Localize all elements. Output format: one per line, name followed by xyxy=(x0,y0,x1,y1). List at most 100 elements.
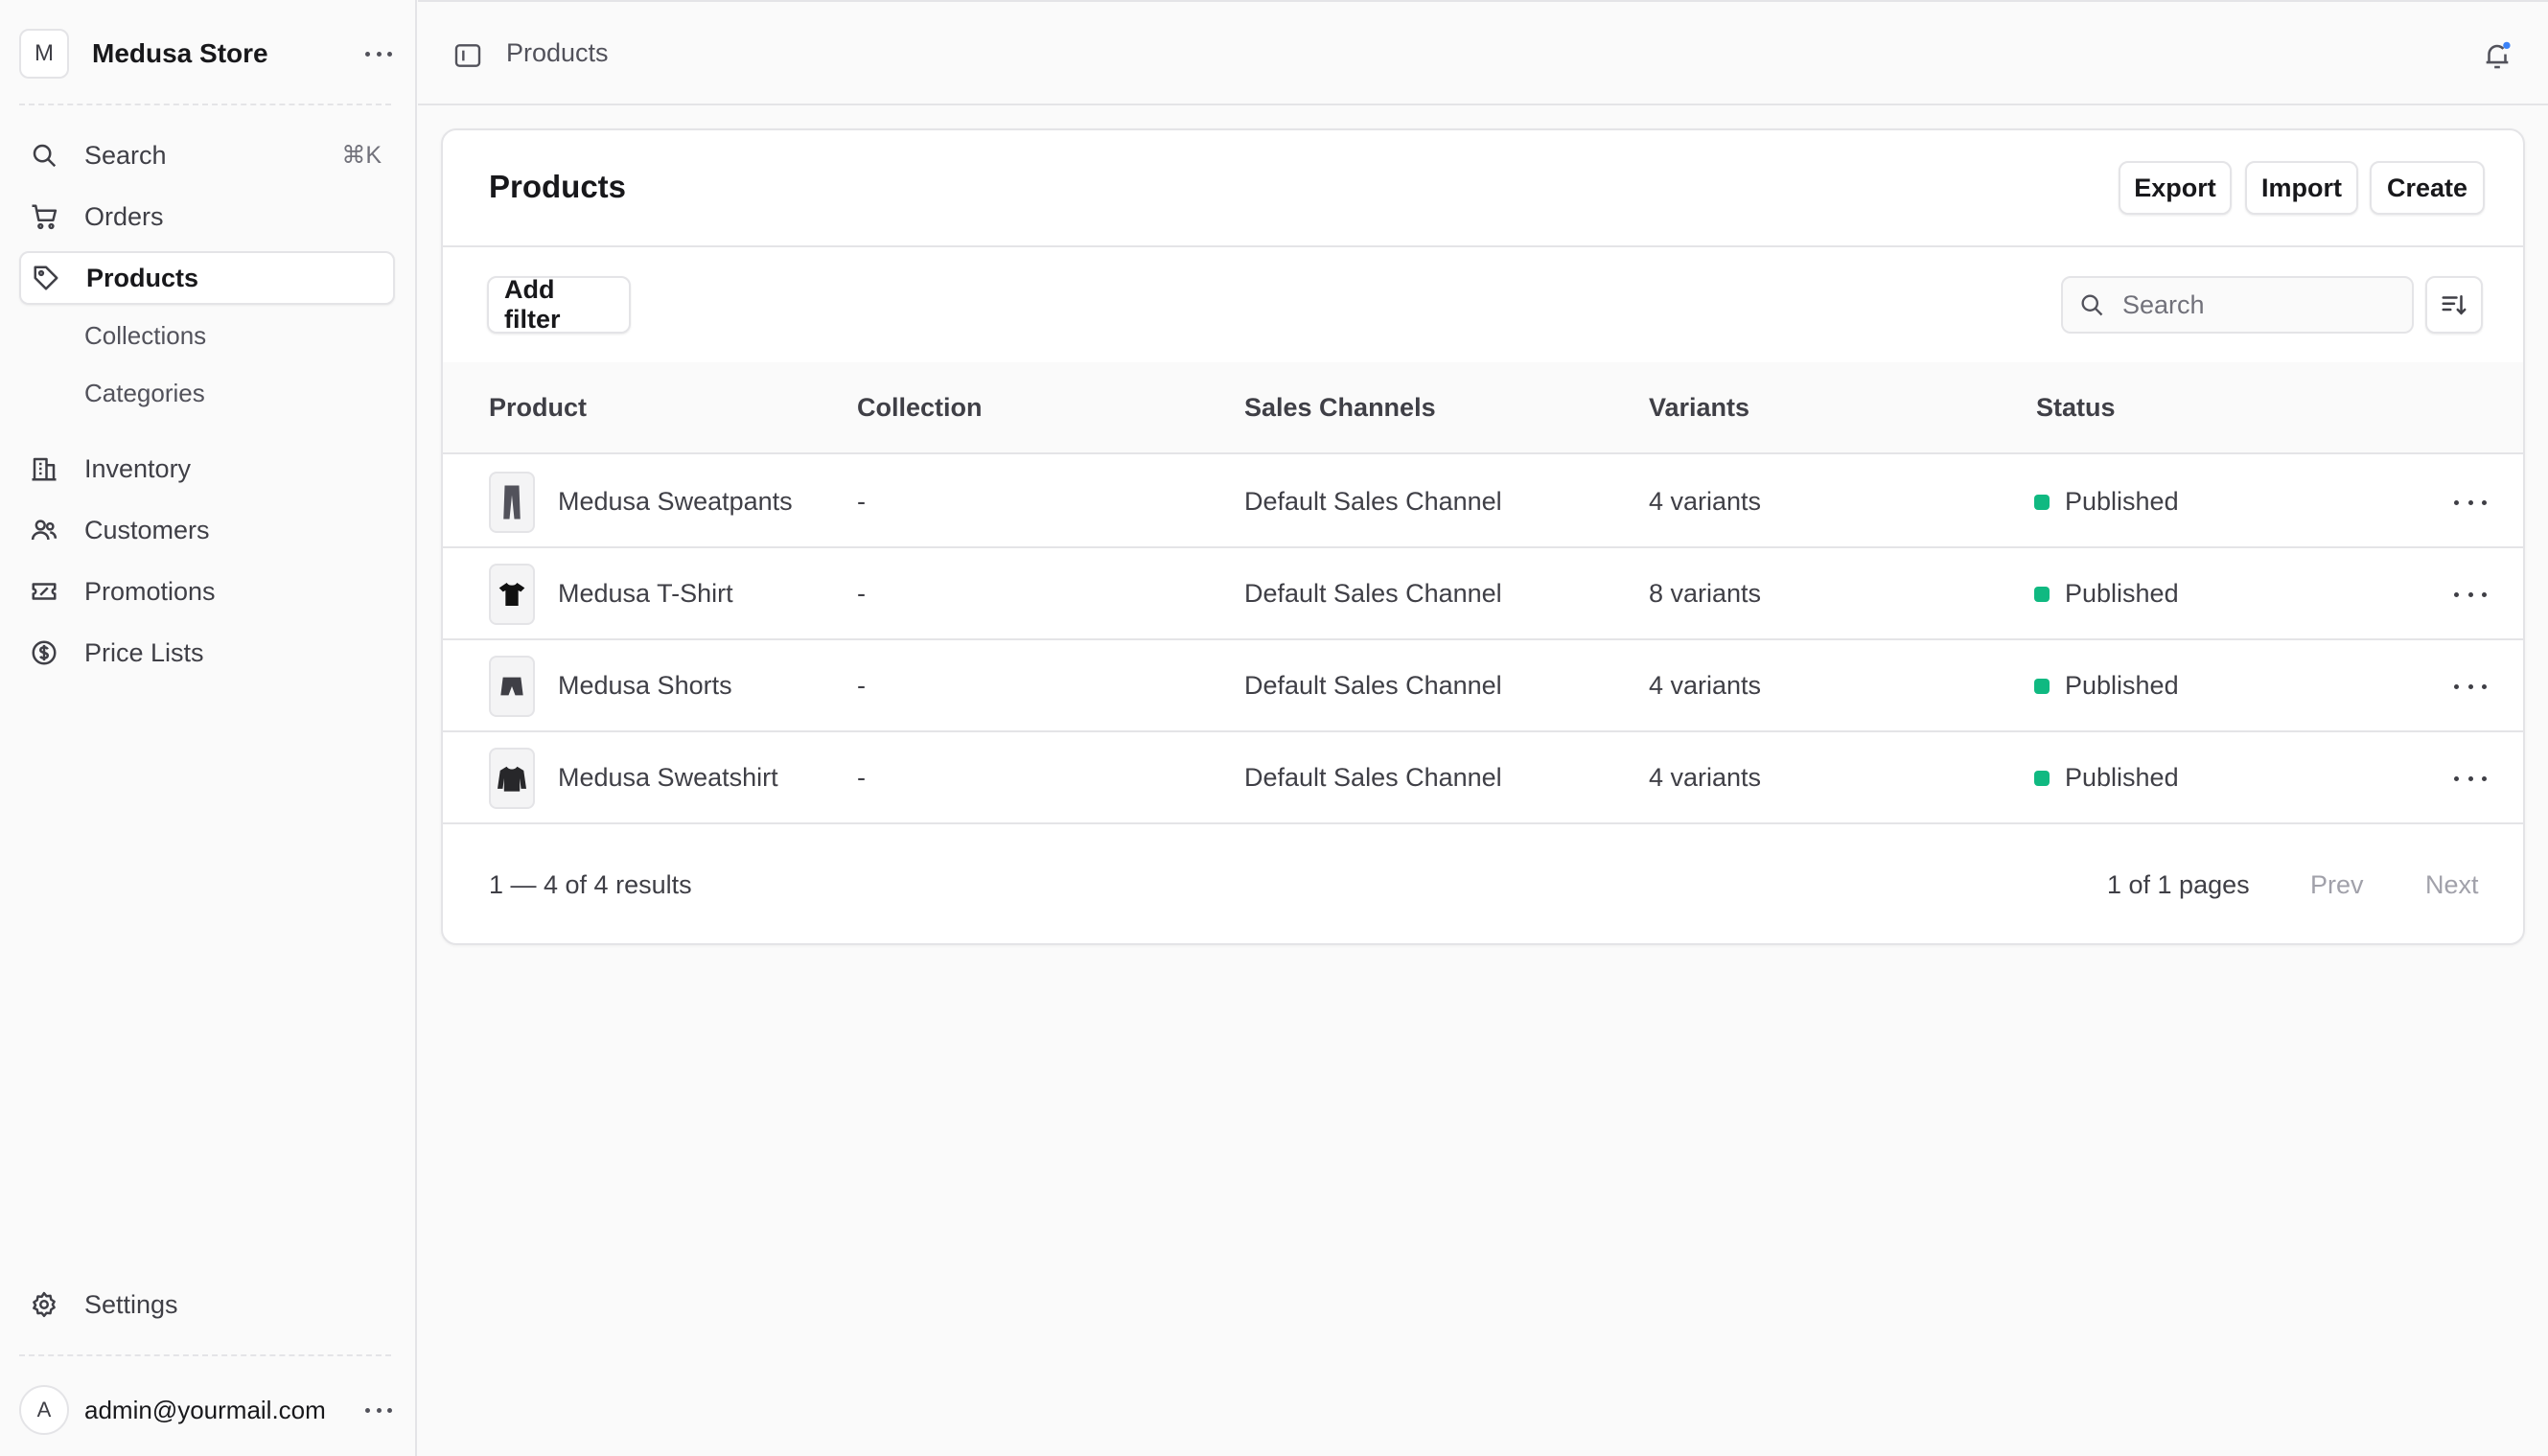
collection-cell: - xyxy=(857,579,866,608)
column-header-variants[interactable]: Variants xyxy=(1649,393,1749,423)
status-dot xyxy=(2034,495,2050,510)
status-badge: Published xyxy=(2065,763,2179,792)
variants-cell: 4 variants xyxy=(1649,487,1762,516)
sidebar-item-label: Settings xyxy=(84,1289,178,1319)
status-dot xyxy=(2034,771,2050,786)
users-icon xyxy=(29,515,59,545)
ticket-icon xyxy=(29,576,59,607)
search-shortcut: ⌘K xyxy=(341,142,382,169)
add-filter-button[interactable]: Add filter xyxy=(487,275,631,334)
import-button[interactable]: Import xyxy=(2245,161,2358,215)
store-name: Medusa Store xyxy=(92,38,268,68)
sidebar-item-settings[interactable]: Settings xyxy=(19,1278,395,1331)
dollar-circle-icon xyxy=(29,637,59,668)
collection-cell: - xyxy=(857,763,866,792)
prev-button[interactable]: Prev xyxy=(2310,870,2364,900)
sort-button[interactable] xyxy=(2425,276,2483,334)
cart-icon xyxy=(29,201,59,232)
user-menu[interactable]: A admin@yourmail.com xyxy=(19,1383,398,1437)
card-divider xyxy=(443,245,2523,247)
status-badge: Published xyxy=(2065,579,2179,608)
sidebar-subitem-categories[interactable]: Categories xyxy=(84,374,205,412)
column-header-collection[interactable]: Collection xyxy=(857,393,983,423)
sidebar-item-promotions[interactable]: Promotions xyxy=(19,565,395,618)
next-button[interactable]: Next xyxy=(2425,870,2479,900)
shorts-icon xyxy=(500,677,523,696)
bell-icon[interactable] xyxy=(2481,38,2513,73)
tshirt-icon xyxy=(498,583,525,606)
status-badge: Published xyxy=(2065,671,2179,700)
breadcrumb[interactable]: Products xyxy=(506,38,609,68)
sidebar-item-label: Inventory xyxy=(84,453,192,483)
product-name: Medusa Sweatpants xyxy=(558,487,793,516)
column-header-product[interactable]: Product xyxy=(489,393,587,423)
topbar: Products xyxy=(418,0,2548,105)
sidebar-item-orders[interactable]: Orders xyxy=(19,190,395,243)
variants-cell: 4 variants xyxy=(1649,671,1762,700)
sidebar-item-search[interactable]: Search ⌘K xyxy=(19,128,395,182)
sidebar-item-label: Price Lists xyxy=(84,637,204,667)
sidebar-item-label: Search xyxy=(84,140,167,170)
row-actions-icon[interactable] xyxy=(2454,581,2487,608)
sales-channel-cell: Default Sales Channel xyxy=(1244,487,1502,516)
sidebar-item-label: Orders xyxy=(84,201,164,231)
status-dot xyxy=(2034,679,2050,694)
store-switcher[interactable]: M Medusa Store xyxy=(19,27,398,81)
sidebar-subitem-collections[interactable]: Collections xyxy=(84,316,206,355)
sidebar: M Medusa Store Search ⌘K Orders Products… xyxy=(0,0,417,1456)
row-actions-icon[interactable] xyxy=(2454,673,2487,700)
variants-cell: 8 variants xyxy=(1649,579,1762,608)
sidebar-divider xyxy=(19,104,391,105)
status-dot xyxy=(2034,587,2050,602)
sidebar-toggle-icon[interactable] xyxy=(452,40,483,71)
sales-channel-cell: Default Sales Channel xyxy=(1244,579,1502,608)
sidebar-item-customers[interactable]: Customers xyxy=(19,503,395,557)
product-thumbnail xyxy=(489,656,535,717)
search-field[interactable] xyxy=(2061,276,2414,334)
table-row[interactable]: Medusa Shorts - Default Sales Channel 4 … xyxy=(443,640,2523,732)
variants-cell: 4 variants xyxy=(1649,763,1762,792)
column-header-status[interactable]: Status xyxy=(2036,393,2116,423)
status-badge: Published xyxy=(2065,487,2179,516)
gear-icon xyxy=(29,1289,59,1320)
table-row[interactable]: Medusa T-Shirt - Default Sales Channel 8… xyxy=(443,548,2523,640)
sidebar-item-label: Products xyxy=(86,263,199,292)
export-button[interactable]: Export xyxy=(2119,161,2232,215)
table-row[interactable]: Medusa Sweatshirt - Default Sales Channe… xyxy=(443,732,2523,824)
sidebar-item-label: Customers xyxy=(84,515,210,544)
user-menu-icon[interactable] xyxy=(359,1397,398,1423)
product-thumbnail xyxy=(489,472,535,533)
product-name: Medusa Shorts xyxy=(558,671,732,700)
row-actions-icon[interactable] xyxy=(2454,765,2487,792)
sidebar-item-label: Promotions xyxy=(84,576,216,606)
column-header-sales-channels[interactable]: Sales Channels xyxy=(1244,393,1436,423)
sidebar-divider xyxy=(19,1354,391,1356)
row-actions-icon[interactable] xyxy=(2454,489,2487,516)
collection-cell: - xyxy=(857,487,866,516)
search-icon xyxy=(29,140,59,171)
results-count: 1 — 4 of 4 results xyxy=(489,870,692,899)
sidebar-item-inventory[interactable]: Inventory xyxy=(19,442,395,496)
create-button[interactable]: Create xyxy=(2370,161,2485,215)
sort-icon xyxy=(2442,295,2467,315)
products-card: Products Export Import Create Add filter… xyxy=(441,128,2525,945)
sales-channel-cell: Default Sales Channel xyxy=(1244,763,1502,792)
search-input[interactable] xyxy=(2122,289,2391,320)
user-email: admin@yourmail.com xyxy=(84,1395,326,1424)
user-avatar: A xyxy=(19,1385,69,1435)
sidebar-item-products[interactable]: Products xyxy=(19,251,395,305)
app-root: M Medusa Store Search ⌘K Orders Products… xyxy=(0,0,2548,1456)
tag-icon xyxy=(31,263,61,293)
search-icon xyxy=(2081,294,2103,316)
sidebar-item-price-lists[interactable]: Price Lists xyxy=(19,626,395,680)
store-avatar: M xyxy=(19,29,69,79)
product-name: Medusa Sweatshirt xyxy=(558,763,778,792)
sweatpants-icon xyxy=(503,485,521,520)
product-name: Medusa T-Shirt xyxy=(558,579,733,608)
page-indicator: 1 of 1 pages xyxy=(2107,870,2250,899)
table-row[interactable]: Medusa Sweatpants - Default Sales Channe… xyxy=(443,456,2523,548)
page-title: Products xyxy=(489,169,627,204)
product-thumbnail xyxy=(489,748,535,809)
collection-cell: - xyxy=(857,671,866,700)
store-menu-icon[interactable] xyxy=(359,40,398,67)
